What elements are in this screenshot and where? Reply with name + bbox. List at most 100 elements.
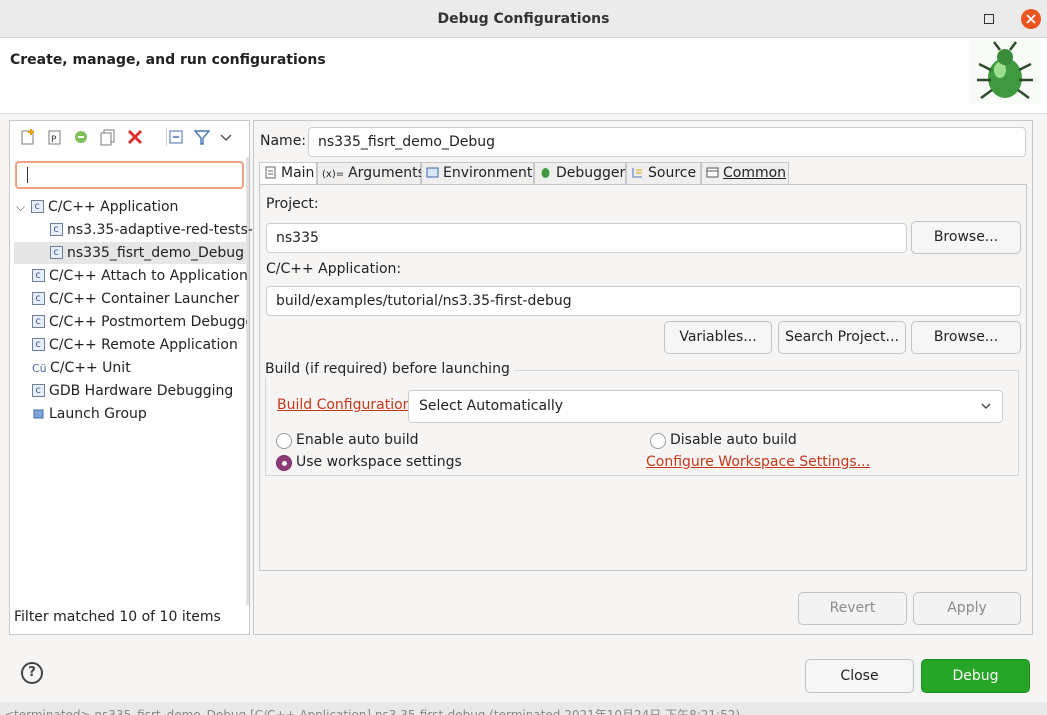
disable-auto-build-label: Disable auto build — [670, 432, 797, 448]
cpp-icon — [32, 311, 45, 333]
tab-common[interactable]: Common — [701, 162, 789, 184]
duplicate-icon[interactable] — [99, 128, 117, 146]
chevron-down-icon — [981, 403, 991, 409]
tree-item-label: ns3.35-adaptive-red-tests- — [67, 222, 253, 238]
cpp-icon — [50, 219, 63, 241]
export-icon[interactable] — [72, 128, 90, 146]
enable-auto-build-radio[interactable] — [276, 433, 292, 449]
search-project-button[interactable]: Search Project... — [778, 321, 906, 354]
tree-item-label: C/C++ Application — [48, 199, 179, 215]
configure-workspace-settings-link[interactable]: Configure Workspace Settings... — [646, 454, 870, 470]
cpp-icon — [32, 288, 45, 310]
use-workspace-settings-radio[interactable] — [276, 455, 292, 471]
arguments-icon: (x)= — [322, 169, 345, 180]
tab-arguments[interactable]: (x)= Arguments — [317, 162, 425, 184]
tree-item-cpp-unit[interactable]: Cü C/C++ Unit — [32, 357, 131, 379]
variables-button[interactable]: Variables... — [664, 321, 772, 354]
tree-item-label: C/C++ Attach to Application — [49, 268, 248, 284]
tab-environment[interactable]: Environment — [421, 162, 534, 184]
use-workspace-settings-label: Use workspace settings — [296, 454, 462, 470]
tree-item-cpp-application[interactable]: ⌵ C/C++ Application — [14, 196, 247, 218]
launch-configurations-toolbar: P — [10, 121, 249, 153]
main-tab-icon — [265, 166, 276, 179]
tree-item-label: C/C++ Postmortem Debugger — [49, 314, 247, 330]
console-status-bar: <terminated> ns335_fisrt_demo_Debug [C/C… — [0, 702, 1047, 715]
dropdown-icon[interactable] — [217, 128, 235, 146]
tree-item-launch-group[interactable]: Launch Group — [32, 403, 147, 425]
tree-item-ns335-fisrt-demo-debug[interactable]: ns335_fisrt_demo_Debug — [14, 242, 247, 264]
tab-main[interactable]: Main — [259, 162, 317, 185]
disable-auto-build-radio[interactable] — [650, 433, 666, 449]
cpp-icon — [31, 196, 44, 218]
window-title: Debug Configurations — [437, 11, 610, 27]
build-configuration-link[interactable]: Build Configuration: — [277, 397, 416, 413]
tree-item-label: Launch Group — [49, 406, 147, 422]
tree-item-attach-application[interactable]: C/C++ Attach to Application — [32, 265, 248, 287]
chevron-down-icon[interactable]: ⌵ — [16, 196, 28, 218]
tree-item-label: GDB Hardware Debugging — [49, 383, 234, 399]
text-cursor — [27, 167, 28, 183]
main-tab-panel: Project: ns335 Browse... C/C++ Applicati… — [259, 184, 1027, 571]
tab-label: Main — [281, 165, 315, 181]
configuration-name-field[interactable]: ns335_fisrt_demo_Debug — [308, 127, 1026, 157]
console-status-text: <terminated> ns335_fisrt_demo_Debug [C/C… — [4, 708, 741, 715]
svg-text:P: P — [51, 135, 57, 145]
cpp-icon — [32, 380, 45, 402]
tab-label: Arguments — [348, 165, 425, 181]
tab-label: Source — [648, 165, 697, 181]
apply-button[interactable]: Apply — [913, 592, 1021, 625]
cpp-icon — [50, 242, 63, 264]
source-icon — [632, 168, 642, 178]
environment-icon — [426, 167, 439, 178]
cpp-icon — [32, 265, 45, 287]
tab-debugger[interactable]: Debugger — [534, 162, 626, 184]
application-field[interactable]: build/examples/tutorial/ns3.35-first-deb… — [266, 286, 1021, 316]
maximize-icon[interactable] — [979, 9, 999, 29]
build-group-title: Build (if required) before launching — [265, 361, 514, 377]
tree-item-remote-application[interactable]: C/C++ Remote Application — [32, 334, 238, 356]
tab-label: Debugger — [556, 165, 626, 181]
tree-item-label: ns335_fisrt_demo_Debug — [67, 245, 244, 261]
debug-button[interactable]: Debug — [921, 659, 1030, 693]
name-label: Name: — [260, 133, 307, 149]
project-browse-button[interactable]: Browse... — [911, 221, 1021, 254]
enable-auto-build-label: Enable auto build — [296, 432, 419, 448]
delete-icon[interactable] — [126, 128, 144, 146]
application-browse-button[interactable]: Browse... — [911, 321, 1021, 354]
configuration-editor-panel: Name: ns335_fisrt_demo_Debug Main (x)= Ar… — [253, 120, 1033, 635]
configuration-tabs: Main (x)= Arguments Environment Debugger … — [259, 162, 1027, 185]
cpp-icon — [32, 334, 45, 356]
title-bar: Debug Configurations — [0, 0, 1047, 38]
tab-source[interactable]: Source — [626, 162, 701, 184]
tree-item-postmortem-debugger[interactable]: C/C++ Postmortem Debugger — [32, 311, 247, 333]
build-configuration-select[interactable]: Select Automatically — [408, 390, 1003, 423]
filter-status: Filter matched 10 of 10 items — [14, 609, 221, 625]
new-configuration-icon[interactable] — [19, 128, 37, 146]
new-prototype-icon[interactable]: P — [46, 128, 64, 146]
tree-item-gdb-hardware-debugging[interactable]: GDB Hardware Debugging — [32, 380, 233, 402]
collapse-all-icon[interactable] — [167, 128, 185, 146]
tree-item-label: C/C++ Container Launcher — [49, 291, 240, 307]
help-icon[interactable]: ? — [21, 662, 43, 684]
dialog-subtitle: Create, manage, and run configurations — [10, 52, 326, 68]
project-label: Project: — [266, 196, 319, 212]
revert-button[interactable]: Revert — [798, 592, 907, 625]
close-icon[interactable] — [1021, 9, 1041, 29]
launch-group-icon — [32, 403, 49, 425]
build-configuration-value: Select Automatically — [419, 398, 564, 414]
unit-icon: Cü — [32, 362, 47, 375]
tab-label: Common — [723, 165, 787, 181]
filter-input[interactable] — [15, 161, 244, 189]
tree-item-label: C/C++ Remote Application — [49, 337, 238, 353]
bug-icon — [969, 40, 1041, 104]
close-button[interactable]: Close — [805, 659, 914, 693]
filter-icon[interactable] — [193, 128, 211, 146]
tree-item-ns335-adaptive-red[interactable]: ns3.35-adaptive-red-tests- — [50, 219, 253, 241]
tree-item-container-launcher[interactable]: C/C++ Container Launcher — [32, 288, 239, 310]
configuration-tree-panel: P ⌵ C/C++ Application ns3.35-adaptive- — [9, 120, 253, 635]
debugger-icon — [541, 168, 550, 178]
dialog-header: Create, manage, and run configurations — [0, 38, 1047, 114]
project-field[interactable]: ns335 — [266, 223, 907, 253]
tab-label: Environment — [443, 165, 533, 181]
tree-item-label: C/C++ Unit — [50, 360, 131, 376]
